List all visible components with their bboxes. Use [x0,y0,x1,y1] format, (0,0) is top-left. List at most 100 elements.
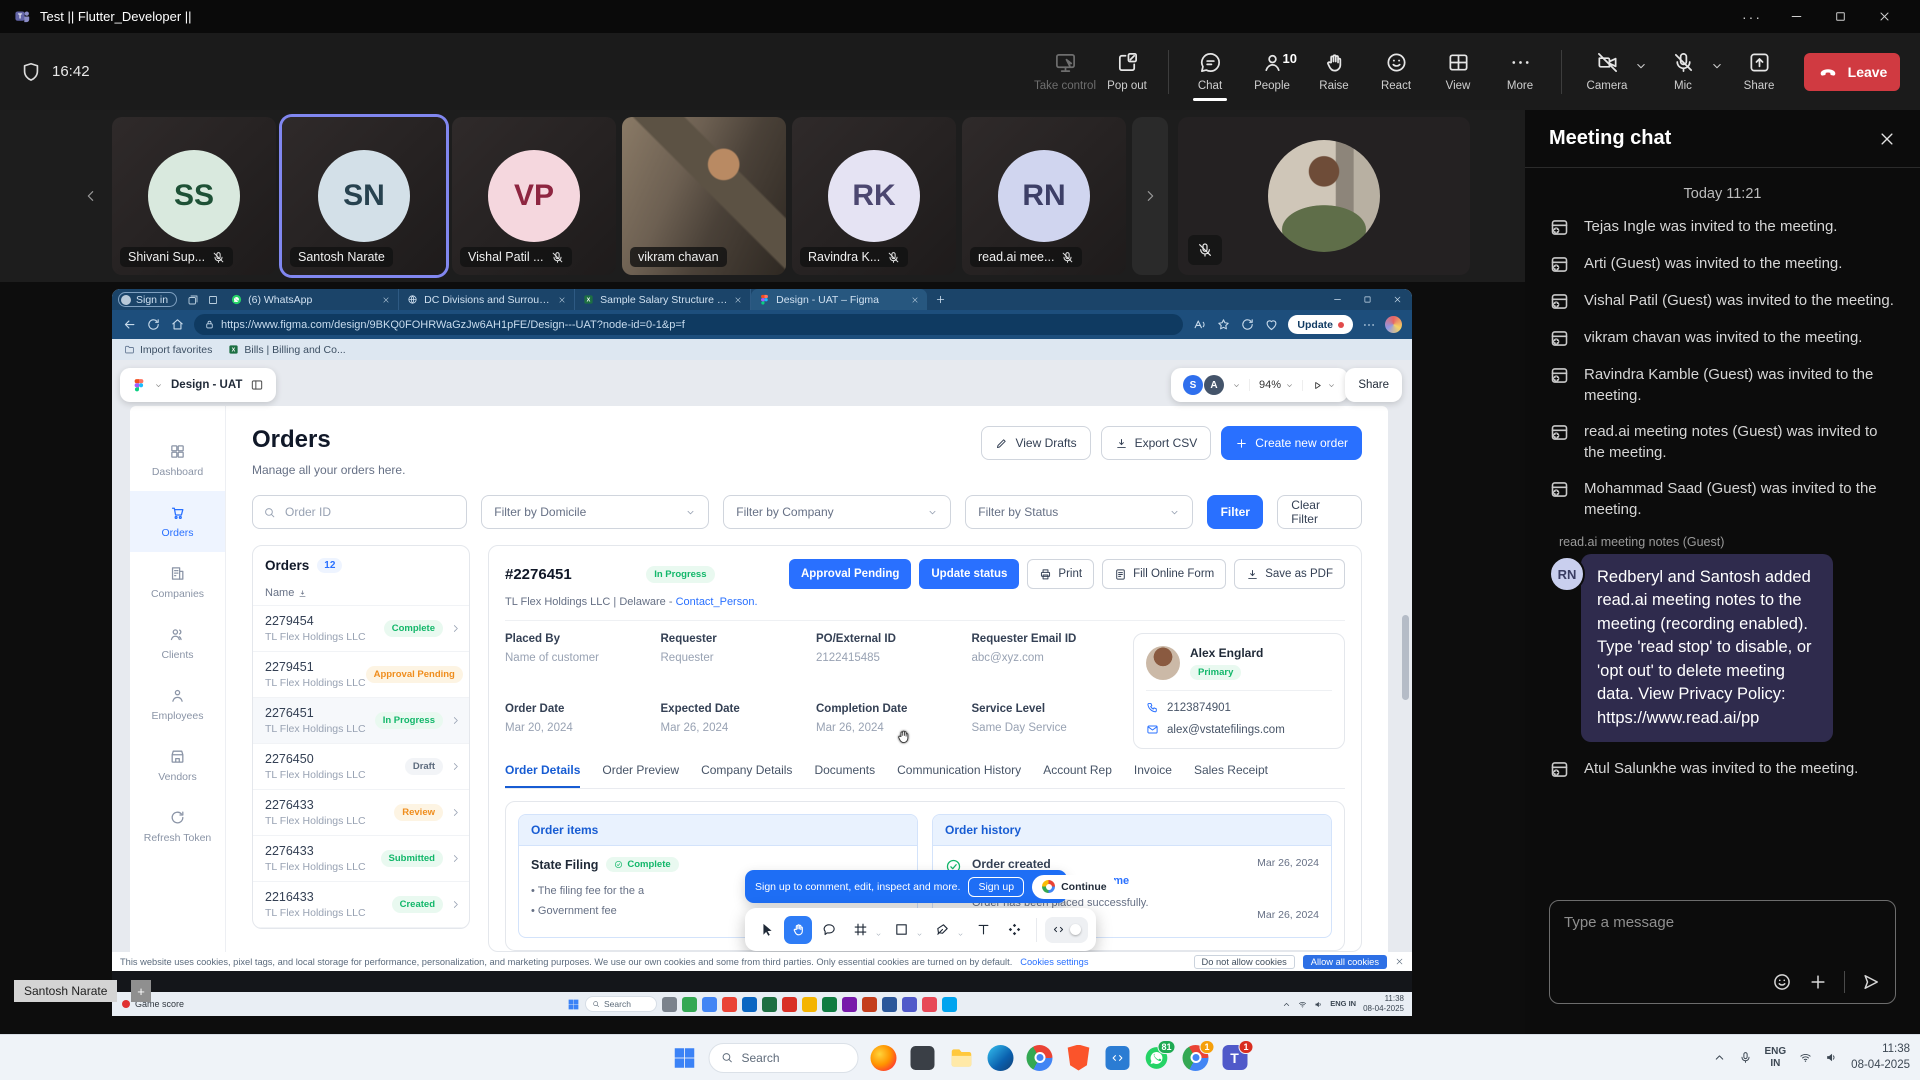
tray-expand-icon[interactable] [1282,1000,1291,1009]
wifi-icon[interactable] [1298,1000,1307,1009]
clear-filter-button[interactable]: Clear Filter [1277,495,1362,529]
toolbar-chat-button[interactable]: Chat [1179,41,1241,103]
toolbar-people-button[interactable]: 10People [1241,41,1303,103]
read-aloud-icon[interactable] [1192,317,1207,332]
app-icon[interactable] [902,997,917,1012]
leave-button[interactable]: Leave [1804,53,1900,91]
shape-tool-icon[interactable] [887,916,915,944]
sidebar-item-companies[interactable]: Companies [130,552,225,613]
participant-tile[interactable]: SNSantosh Narate [282,117,446,275]
app-icon[interactable] [722,997,737,1012]
fill-online-form-button[interactable]: Fill Online Form [1102,559,1226,589]
start-button[interactable] [672,1045,698,1071]
chevron-down-icon[interactable] [957,931,964,938]
sidebar-item-orders[interactable]: Orders [130,491,225,552]
cookie-settings-link[interactable]: Cookies settings [1020,957,1088,967]
contact-phone-row[interactable]: 2123874901 [1146,701,1332,714]
app-icon[interactable] [822,997,837,1012]
favorite-bills-link[interactable]: XBills | Billing and Co... [228,344,345,356]
browser-settings-icon[interactable] [1362,318,1376,332]
emoji-icon[interactable] [1772,972,1792,992]
chat-close-icon[interactable] [1878,130,1896,148]
browser-close-button[interactable] [1382,289,1412,310]
app-icon[interactable] [922,997,937,1012]
presenter-pin-button[interactable]: + [131,980,151,1002]
canvas-scrollbar[interactable] [1402,615,1409,700]
spotlight-tile[interactable] [1178,117,1470,275]
collections-refresh-icon[interactable] [1240,317,1255,332]
browser-maximize-button[interactable] [1352,289,1382,310]
toolbar-view-button[interactable]: View [1427,41,1489,103]
tab-close-icon[interactable] [734,296,742,304]
collaborator-avatar[interactable]: A [1204,375,1224,395]
browser-tab[interactable]: Design - UAT – Figma [751,289,927,310]
tab-close-icon[interactable] [911,296,919,304]
order-row[interactable]: 2279454TL Flex Holdings LLCComplete [253,606,469,652]
chat-input-box[interactable] [1549,900,1896,1004]
browser-tab[interactable]: XSample Salary Structure with calc [575,289,751,310]
participant-tile[interactable]: RNread.ai mee... [962,117,1126,275]
clock[interactable]: 11:3808-04-2025 [1851,1042,1910,1073]
tab-documents[interactable]: Documents [814,763,875,788]
mic-in-use-icon[interactable] [1739,1051,1752,1064]
volume-icon[interactable] [1314,1000,1323,1009]
tab-communication-history[interactable]: Communication History [897,763,1021,788]
participant-tile[interactable]: vikram chavan [622,117,786,275]
filmstrip-next-button[interactable] [1132,117,1168,275]
print-button[interactable]: Print [1027,559,1094,589]
browser-essentials-icon[interactable] [1264,317,1279,332]
app-icon[interactable] [882,997,897,1012]
app-icon[interactable] [662,997,677,1012]
pen-tool-icon[interactable] [928,916,956,944]
order-row[interactable]: 2279451TL Flex Holdings LLCApproval Pend… [253,652,469,698]
back-icon[interactable] [122,317,137,332]
toolbar-pop-out-button[interactable]: Pop out [1096,41,1158,103]
order-row[interactable]: 2216433TL Flex Holdings LLCCreated [253,882,469,928]
favorite-star-icon[interactable] [1216,317,1231,332]
firefox-icon[interactable] [870,1044,898,1072]
edge-icon[interactable] [987,1044,1015,1072]
allow-cookies-button[interactable]: Allow all cookies [1303,955,1387,969]
search-input[interactable] [283,504,456,520]
tab-account-rep[interactable]: Account Rep [1043,763,1112,788]
name-column-header[interactable]: Name [253,581,469,606]
tray-expand-icon[interactable] [1713,1051,1726,1064]
update-status-button[interactable]: Update status [919,559,1019,589]
chrome-icon[interactable]: 1 [1182,1044,1210,1072]
app-icon[interactable] [702,997,717,1012]
toolbar-raise-button[interactable]: Raise [1303,41,1365,103]
text-tool-icon[interactable] [969,916,997,944]
share-content-button[interactable]: Share [1728,41,1790,103]
dev-mode-toggle[interactable] [1045,917,1088,943]
browser-profile-avatar[interactable] [1385,316,1402,333]
vertical-tabs-icon[interactable] [207,294,219,306]
filmstrip-prev-button[interactable] [76,117,106,275]
home-icon[interactable] [170,317,185,332]
address-bar[interactable]: https://www.figma.com/design/9BKQ0FOHRWa… [194,314,1183,335]
app-icon[interactable] [862,997,877,1012]
order-id-search[interactable] [252,495,467,529]
app-icon[interactable] [842,997,857,1012]
create-new-order-button[interactable]: Create new order [1221,426,1362,460]
window-minimize-button[interactable] [1774,0,1818,33]
browser-minimize-button[interactable] [1322,289,1352,310]
whatsapp-icon[interactable]: 81 [1143,1044,1171,1072]
collaborator-avatar[interactable]: S [1183,375,1203,395]
comment-tool-icon[interactable] [815,916,843,944]
volume-icon[interactable] [1825,1051,1838,1064]
chevron-down-icon[interactable] [875,931,882,938]
figma-share-button[interactable]: Share [1345,368,1402,402]
order-row[interactable]: 2276433TL Flex Holdings LLCSubmitted [253,836,469,882]
toolbar-more-button[interactable]: More [1489,41,1551,103]
sidebar-item-vendors[interactable]: Vendors [130,735,225,796]
app-dark-icon[interactable] [909,1044,937,1072]
sidebar-item-refresh-token[interactable]: Refresh Token [130,796,225,857]
component-tool-icon[interactable] [1000,916,1028,944]
contact-person-link[interactable]: Contact_Person. [676,596,758,608]
tab-sales-receipt[interactable]: Sales Receipt [1194,763,1268,788]
tab-invoice[interactable]: Invoice [1134,763,1172,788]
browser-tab[interactable]: (6) WhatsApp [223,289,399,310]
layout-icon[interactable] [250,378,264,392]
move-tool-icon[interactable] [753,916,781,944]
window-more-icon[interactable]: ··· [1730,0,1774,33]
